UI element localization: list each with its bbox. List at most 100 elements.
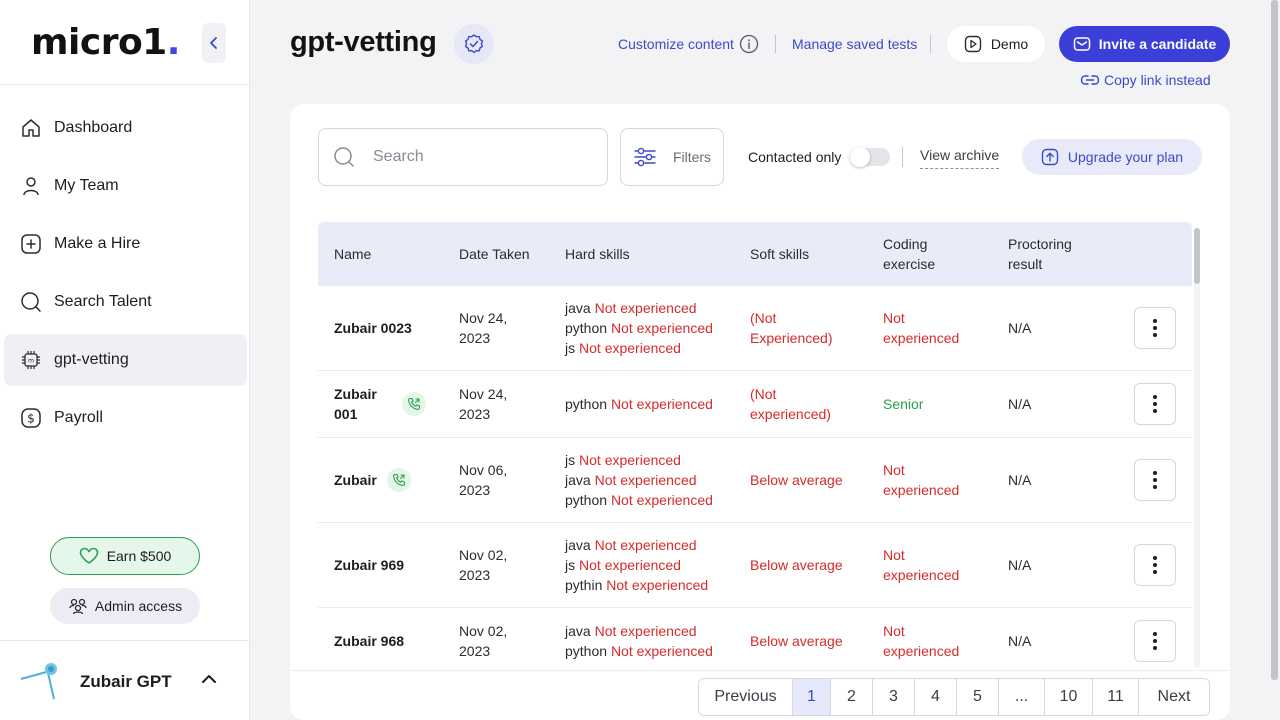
- coding-exercise: Senior: [883, 396, 924, 412]
- filters-button[interactable]: Filters: [620, 128, 724, 186]
- row-actions-button[interactable]: [1134, 383, 1176, 425]
- proctoring-result: N/A: [1008, 633, 1032, 649]
- invite-label: Invite a candidate: [1098, 36, 1217, 52]
- group-icon: [68, 597, 88, 615]
- date-taken: Nov 24, 2023: [459, 386, 508, 422]
- column-header-coding[interactable]: Coding exercise: [883, 234, 935, 274]
- pagination-previous[interactable]: Previous: [699, 679, 793, 715]
- column-header-hard-skills[interactable]: Hard skills: [565, 244, 630, 264]
- candidate-name[interactable]: Zubair: [334, 470, 377, 490]
- more-vertical-icon: [1153, 471, 1157, 489]
- sidebar-item-label: gpt-vetting: [54, 351, 129, 368]
- hard-skills: java Not experienced python Not experien…: [565, 621, 713, 661]
- hard-skill: java Not experienced: [565, 472, 697, 488]
- hard-skills: java Not experienced js Not experienced …: [565, 535, 708, 595]
- header-divider: [775, 35, 776, 53]
- coding-exercise: Not experienced: [883, 310, 960, 346]
- hard-skill: java Not experienced: [565, 537, 697, 553]
- search-input[interactable]: [373, 148, 593, 166]
- toolbar-divider: [902, 147, 903, 167]
- row-actions-button[interactable]: [1134, 459, 1176, 501]
- pagination-page-5[interactable]: 5: [957, 679, 999, 715]
- upload-icon: [1041, 148, 1059, 166]
- column-header-soft-skills[interactable]: Soft skills: [750, 244, 809, 264]
- more-vertical-icon: [1153, 556, 1157, 574]
- play-icon: [964, 35, 982, 53]
- invite-candidate-button[interactable]: Invite a candidate: [1059, 26, 1230, 62]
- row-actions-button[interactable]: [1134, 620, 1176, 662]
- svg-text:m: m: [28, 358, 34, 365]
- hard-skill: js Not experienced: [565, 557, 681, 573]
- table-row[interactable]: Zubair 001 Nov 24, 2023 python Not experie…: [318, 371, 1192, 438]
- verified-icon: [464, 34, 484, 54]
- user-menu[interactable]: Zubair GPT: [0, 640, 250, 720]
- candidate-name[interactable]: Zubair 001: [334, 384, 377, 424]
- earn-referral-button[interactable]: Earn $500: [50, 537, 200, 575]
- sidebar-item-gpt-vetting[interactable]: m gpt-vetting: [4, 334, 247, 386]
- row-actions-button[interactable]: [1134, 544, 1176, 586]
- more-vertical-icon: [1153, 395, 1157, 413]
- upgrade-plan-button[interactable]: Upgrade your plan: [1022, 139, 1202, 175]
- chevron-up-icon[interactable]: [200, 672, 218, 691]
- pagination-page-10[interactable]: 10: [1045, 679, 1093, 715]
- pagination-page-2[interactable]: 2: [831, 679, 873, 715]
- proctoring-result: N/A: [1008, 396, 1032, 412]
- copy-link-button[interactable]: Copy link instead: [1080, 72, 1211, 88]
- column-header-date[interactable]: Date Taken: [459, 244, 530, 264]
- home-icon: [20, 117, 42, 139]
- user-name: Zubair GPT: [80, 672, 172, 691]
- view-archive-link[interactable]: View archive: [920, 147, 1000, 169]
- sidebar-item-search-talent[interactable]: Search Talent: [4, 276, 247, 328]
- row-actions-button[interactable]: [1134, 307, 1176, 349]
- pagination-page-11[interactable]: 11: [1093, 679, 1139, 715]
- soft-skills: Below average: [750, 557, 843, 573]
- table-row[interactable]: Zubair Nov 06, 2023 js Not experienced ja…: [318, 438, 1192, 523]
- pagination-bar: Previous 1 2 3 4 5 ... 10 11 Next: [290, 670, 1230, 720]
- column-header-name[interactable]: Name: [334, 244, 371, 264]
- table-row[interactable]: Zubair 0023 Nov 24, 2023 java Not experie…: [318, 286, 1192, 371]
- collapse-sidebar-button[interactable]: [202, 23, 226, 63]
- page-scrollbar[interactable]: [1271, 0, 1278, 680]
- admin-access-button[interactable]: Admin access: [50, 588, 200, 624]
- filters-label: Filters: [672, 149, 712, 165]
- candidate-name[interactable]: Zubair 0023: [334, 318, 412, 338]
- candidate-name[interactable]: Zubair 969: [334, 555, 404, 575]
- sidebar-nav: Dashboard My Team Make a Hire Search Tal…: [0, 102, 250, 450]
- coding-exercise: Not experienced: [883, 462, 960, 498]
- info-icon[interactable]: [739, 34, 759, 59]
- sidebar-item-my-team[interactable]: My Team: [4, 160, 247, 212]
- hard-skill: java Not experienced: [565, 300, 697, 316]
- table-row[interactable]: Zubair 968 Nov 02, 2023 java Not experien…: [318, 608, 1192, 670]
- svg-text:$: $: [27, 412, 35, 426]
- table-row[interactable]: Zubair 969 Nov 02, 2023 java Not experien…: [318, 523, 1192, 608]
- sidebar-item-label: Payroll: [54, 409, 103, 426]
- pagination-page-1[interactable]: 1: [793, 679, 831, 715]
- heart-icon: [79, 547, 99, 565]
- manage-saved-tests-link[interactable]: Manage saved tests: [792, 36, 917, 52]
- person-icon: [20, 175, 42, 197]
- header-divider: [930, 35, 931, 53]
- page-title: gpt-vetting: [290, 26, 437, 58]
- logo[interactable]: micro1.: [31, 22, 180, 63]
- customize-content-link[interactable]: Customize content: [618, 36, 734, 52]
- pagination: Previous 1 2 3 4 5 ... 10 11 Next: [698, 678, 1210, 716]
- date-taken: Nov 02, 2023: [459, 623, 508, 659]
- column-header-proctoring[interactable]: Proctoring result: [1008, 234, 1072, 274]
- candidate-name[interactable]: Zubair 968: [334, 631, 404, 651]
- contacted-phone-icon: [402, 392, 426, 416]
- date-taken: Nov 06, 2023: [459, 462, 508, 498]
- verified-badge: [454, 24, 494, 64]
- pagination-next[interactable]: Next: [1139, 679, 1209, 715]
- sidebar-item-payroll[interactable]: $ Payroll: [4, 392, 247, 444]
- search-box[interactable]: [318, 128, 608, 186]
- contacted-only-toggle[interactable]: [850, 147, 890, 167]
- contacted-only-label: Contacted only: [748, 149, 842, 165]
- table-scrollbar-thumb[interactable]: [1194, 228, 1200, 284]
- sidebar-item-dashboard[interactable]: Dashboard: [4, 102, 247, 154]
- pagination-page-3[interactable]: 3: [873, 679, 915, 715]
- table-scrollbar[interactable]: [1194, 228, 1200, 668]
- sidebar-item-make-a-hire[interactable]: Make a Hire: [4, 218, 247, 270]
- demo-button[interactable]: Demo: [947, 26, 1045, 62]
- pagination-page-4[interactable]: 4: [915, 679, 957, 715]
- hard-skill: python Not experienced: [565, 492, 713, 508]
